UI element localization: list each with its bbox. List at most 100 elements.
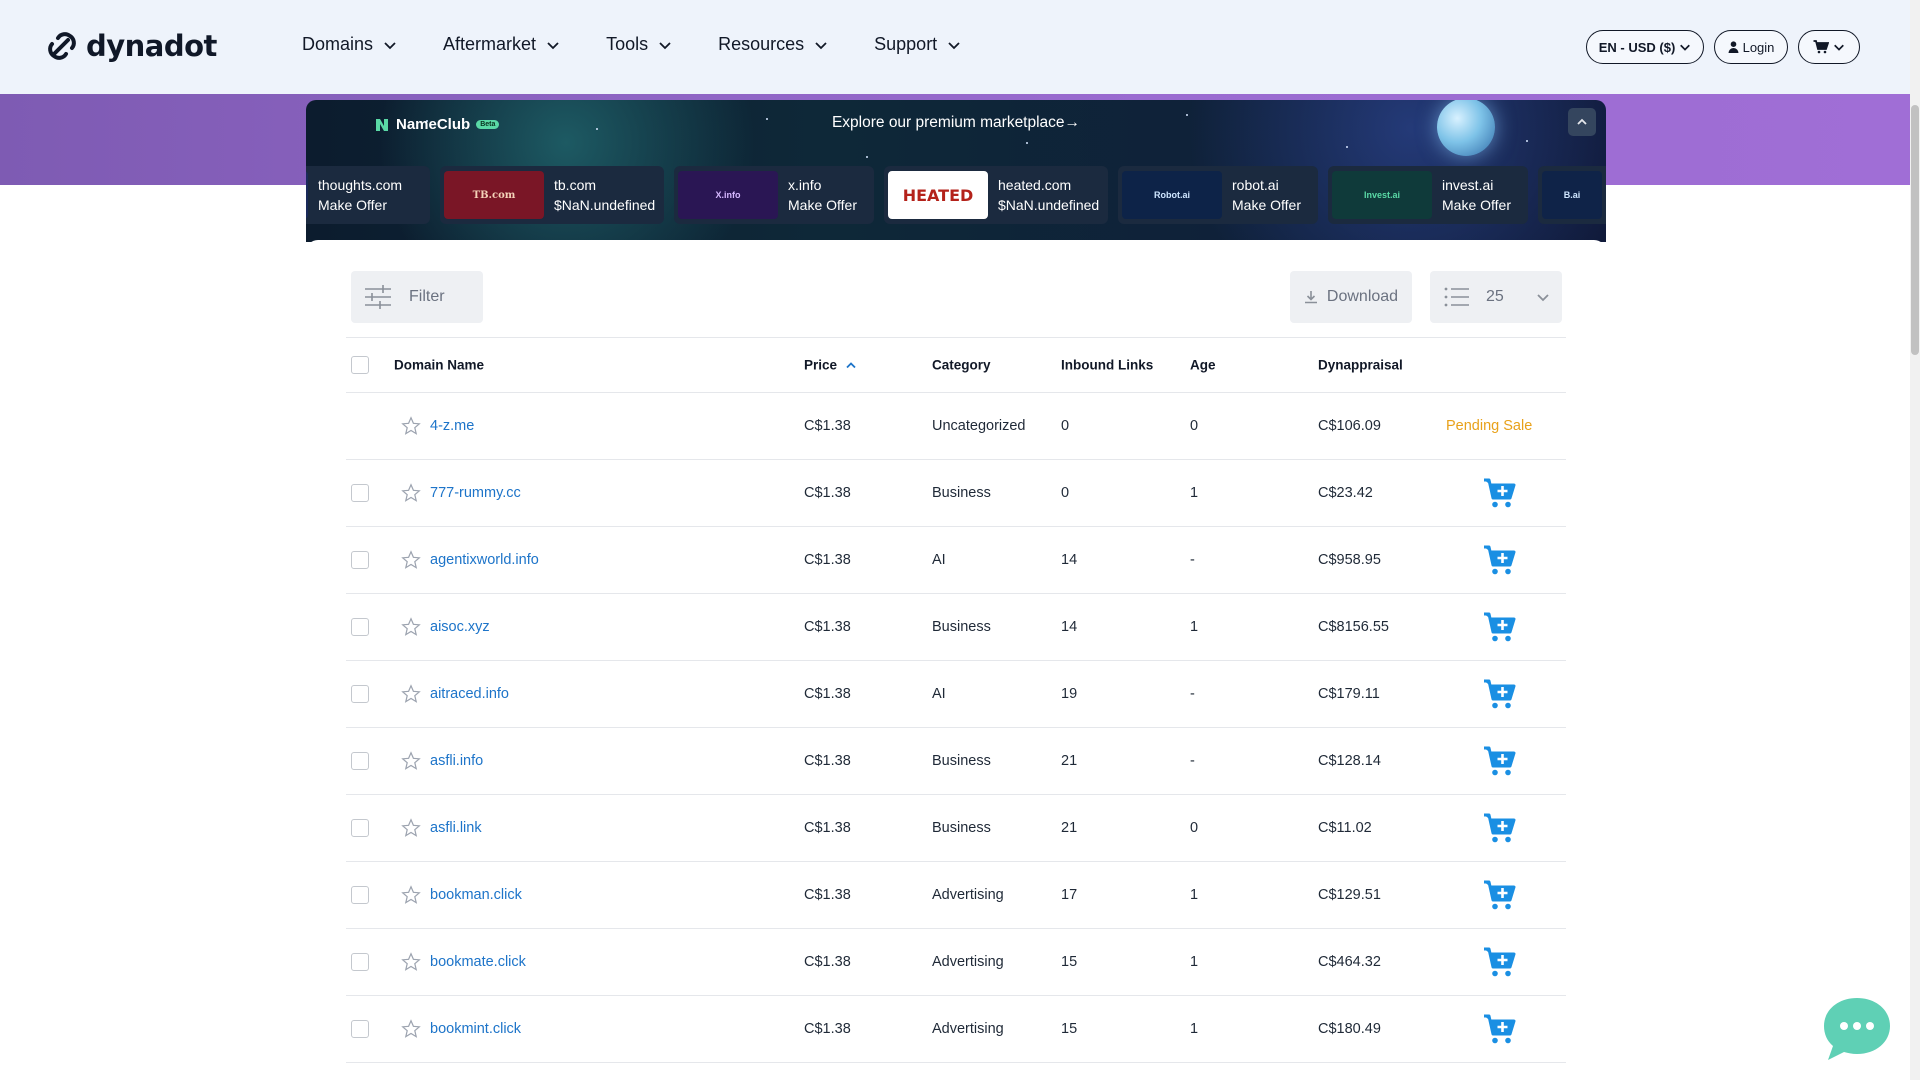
inbound-links-value: 21 (1061, 753, 1078, 769)
domain-link[interactable]: asfli.link (430, 820, 482, 836)
add-to-cart-icon[interactable] (1483, 946, 1517, 978)
column-domain-name[interactable]: Domain Name (394, 358, 484, 373)
download-button[interactable]: Download (1290, 271, 1412, 323)
collapse-banner-button[interactable] (1568, 108, 1596, 136)
table-row: aitraced.info C$1.38 AI 19 - C$179.11 (346, 661, 1566, 728)
card-domain: tb.com (554, 176, 597, 193)
chevron-down-icon (815, 41, 827, 49)
domain-link[interactable]: bookmate.click (430, 954, 526, 970)
appraisal-value: C$958.95 (1318, 552, 1381, 568)
premium-domain-card[interactable]: Invest.ai invest.ai Make Offer (1328, 166, 1528, 224)
age-value: 0 (1190, 820, 1199, 836)
premium-domain-card[interactable]: X.info x.info Make Offer (674, 166, 874, 224)
filter-button[interactable]: Filter (351, 271, 483, 323)
premium-domain-card[interactable]: B.ai (1538, 166, 1606, 224)
age-value: 0 (1190, 418, 1199, 434)
card-price: Make Offer (1232, 196, 1301, 213)
star-icon[interactable] (401, 1019, 421, 1039)
login-button[interactable]: Login (1714, 30, 1788, 64)
nav-domains-label: Domains (302, 34, 374, 54)
chevron-down-icon (659, 41, 671, 49)
pending-sale-status: Pending Sale (1446, 418, 1533, 434)
column-dynappraisal[interactable]: Dynappraisal (1318, 358, 1403, 373)
nav-resources[interactable]: Resources (718, 34, 828, 55)
explore-marketplace-link[interactable]: Explore our premium marketplace→ (306, 114, 1606, 132)
premium-domain-card[interactable]: TB.com tb.com $NaN.undefined (440, 166, 664, 224)
domain-link[interactable]: agentixworld.info (430, 552, 539, 568)
column-inbound-links[interactable]: Inbound Links (1061, 358, 1153, 373)
star-icon[interactable] (401, 483, 421, 503)
domain-logo: X.info (678, 171, 778, 219)
row-checkbox[interactable] (351, 685, 369, 703)
table-row: 4-z.me C$1.38 Uncategorized 0 0 C$106.09… (346, 393, 1566, 460)
column-price[interactable]: Price (804, 358, 857, 373)
select-all-checkbox[interactable] (351, 356, 369, 374)
page-scrollbar[interactable] (1910, 0, 1920, 1080)
card-price: $NaN.undefined (554, 196, 656, 213)
star-decoration (1026, 142, 1028, 144)
domain-link[interactable]: bookmint.click (430, 1021, 521, 1037)
domain-link[interactable]: aisoc.xyz (430, 619, 490, 635)
row-checkbox[interactable] (351, 752, 369, 770)
add-to-cart-icon[interactable] (1483, 611, 1517, 643)
appraisal-value: C$106.09 (1318, 418, 1381, 434)
inbound-links-value: 14 (1061, 552, 1078, 568)
row-checkbox[interactable] (351, 618, 369, 636)
card-domain: invest.ai (1442, 176, 1494, 193)
filter-label: Filter (409, 288, 445, 305)
scrollbar-thumb[interactable] (1911, 105, 1919, 355)
column-age[interactable]: Age (1190, 358, 1216, 373)
language-currency-selector[interactable]: EN - USD ($) (1586, 30, 1704, 64)
add-to-cart-icon[interactable] (1483, 879, 1517, 911)
card-price: Make Offer (788, 196, 857, 213)
domain-link[interactable]: bookman.click (430, 887, 522, 903)
inbound-links-value: 21 (1061, 820, 1078, 836)
add-to-cart-icon[interactable] (1483, 745, 1517, 777)
dynadot-logo-icon (48, 32, 76, 60)
domain-link[interactable]: aitraced.info (430, 686, 509, 702)
row-checkbox[interactable] (351, 886, 369, 904)
column-category[interactable]: Category (932, 358, 991, 373)
per-page-selector[interactable]: 25 (1430, 271, 1562, 323)
download-icon (1304, 291, 1317, 304)
chevron-up-icon (1577, 118, 1587, 125)
star-icon[interactable] (401, 617, 421, 637)
row-checkbox[interactable] (351, 953, 369, 971)
add-to-cart-icon[interactable] (1483, 477, 1517, 509)
premium-domain-card[interactable]: HEATED heated.com $NaN.undefined (884, 166, 1108, 224)
add-to-cart-icon[interactable] (1483, 544, 1517, 576)
nav-support-label: Support (874, 34, 938, 54)
row-checkbox[interactable] (351, 819, 369, 837)
nav-aftermarket[interactable]: Aftermarket (443, 34, 560, 55)
star-icon[interactable] (401, 550, 421, 570)
nav-domains[interactable]: Domains (302, 34, 397, 55)
cart-dropdown[interactable] (1798, 30, 1860, 64)
nav-support[interactable]: Support (874, 34, 961, 55)
star-icon[interactable] (401, 416, 421, 436)
add-to-cart-icon[interactable] (1483, 1013, 1517, 1045)
premium-domain-card[interactable]: Robot.ai robot.ai Make Offer (1118, 166, 1318, 224)
star-icon[interactable] (401, 818, 421, 838)
add-to-cart-icon[interactable] (1483, 678, 1517, 710)
table-row: asfli.info C$1.38 Business 21 - C$128.14 (346, 728, 1566, 795)
age-value: 1 (1190, 485, 1199, 501)
row-checkbox[interactable] (351, 1020, 369, 1038)
domain-link[interactable]: 4-z.me (430, 418, 474, 434)
star-icon[interactable] (401, 952, 421, 972)
row-checkbox[interactable] (351, 551, 369, 569)
dynadot-logo[interactable]: dynadot (44, 28, 217, 64)
nav-tools[interactable]: Tools (606, 34, 672, 55)
chat-support-button[interactable] (1822, 996, 1892, 1062)
star-icon[interactable] (401, 684, 421, 704)
premium-domain-card[interactable]: thoughts.com Make Offer (306, 166, 430, 224)
star-decoration (866, 156, 868, 158)
domain-link[interactable]: 777-rummy.cc (430, 485, 521, 501)
domain-link[interactable]: asfli.info (430, 753, 483, 769)
row-checkbox[interactable] (351, 484, 369, 502)
price-value: C$1.38 (804, 887, 851, 903)
star-icon[interactable] (401, 885, 421, 905)
sort-ascending-icon (846, 361, 856, 368)
category-value: AI (932, 686, 946, 702)
add-to-cart-icon[interactable] (1483, 812, 1517, 844)
star-icon[interactable] (401, 751, 421, 771)
